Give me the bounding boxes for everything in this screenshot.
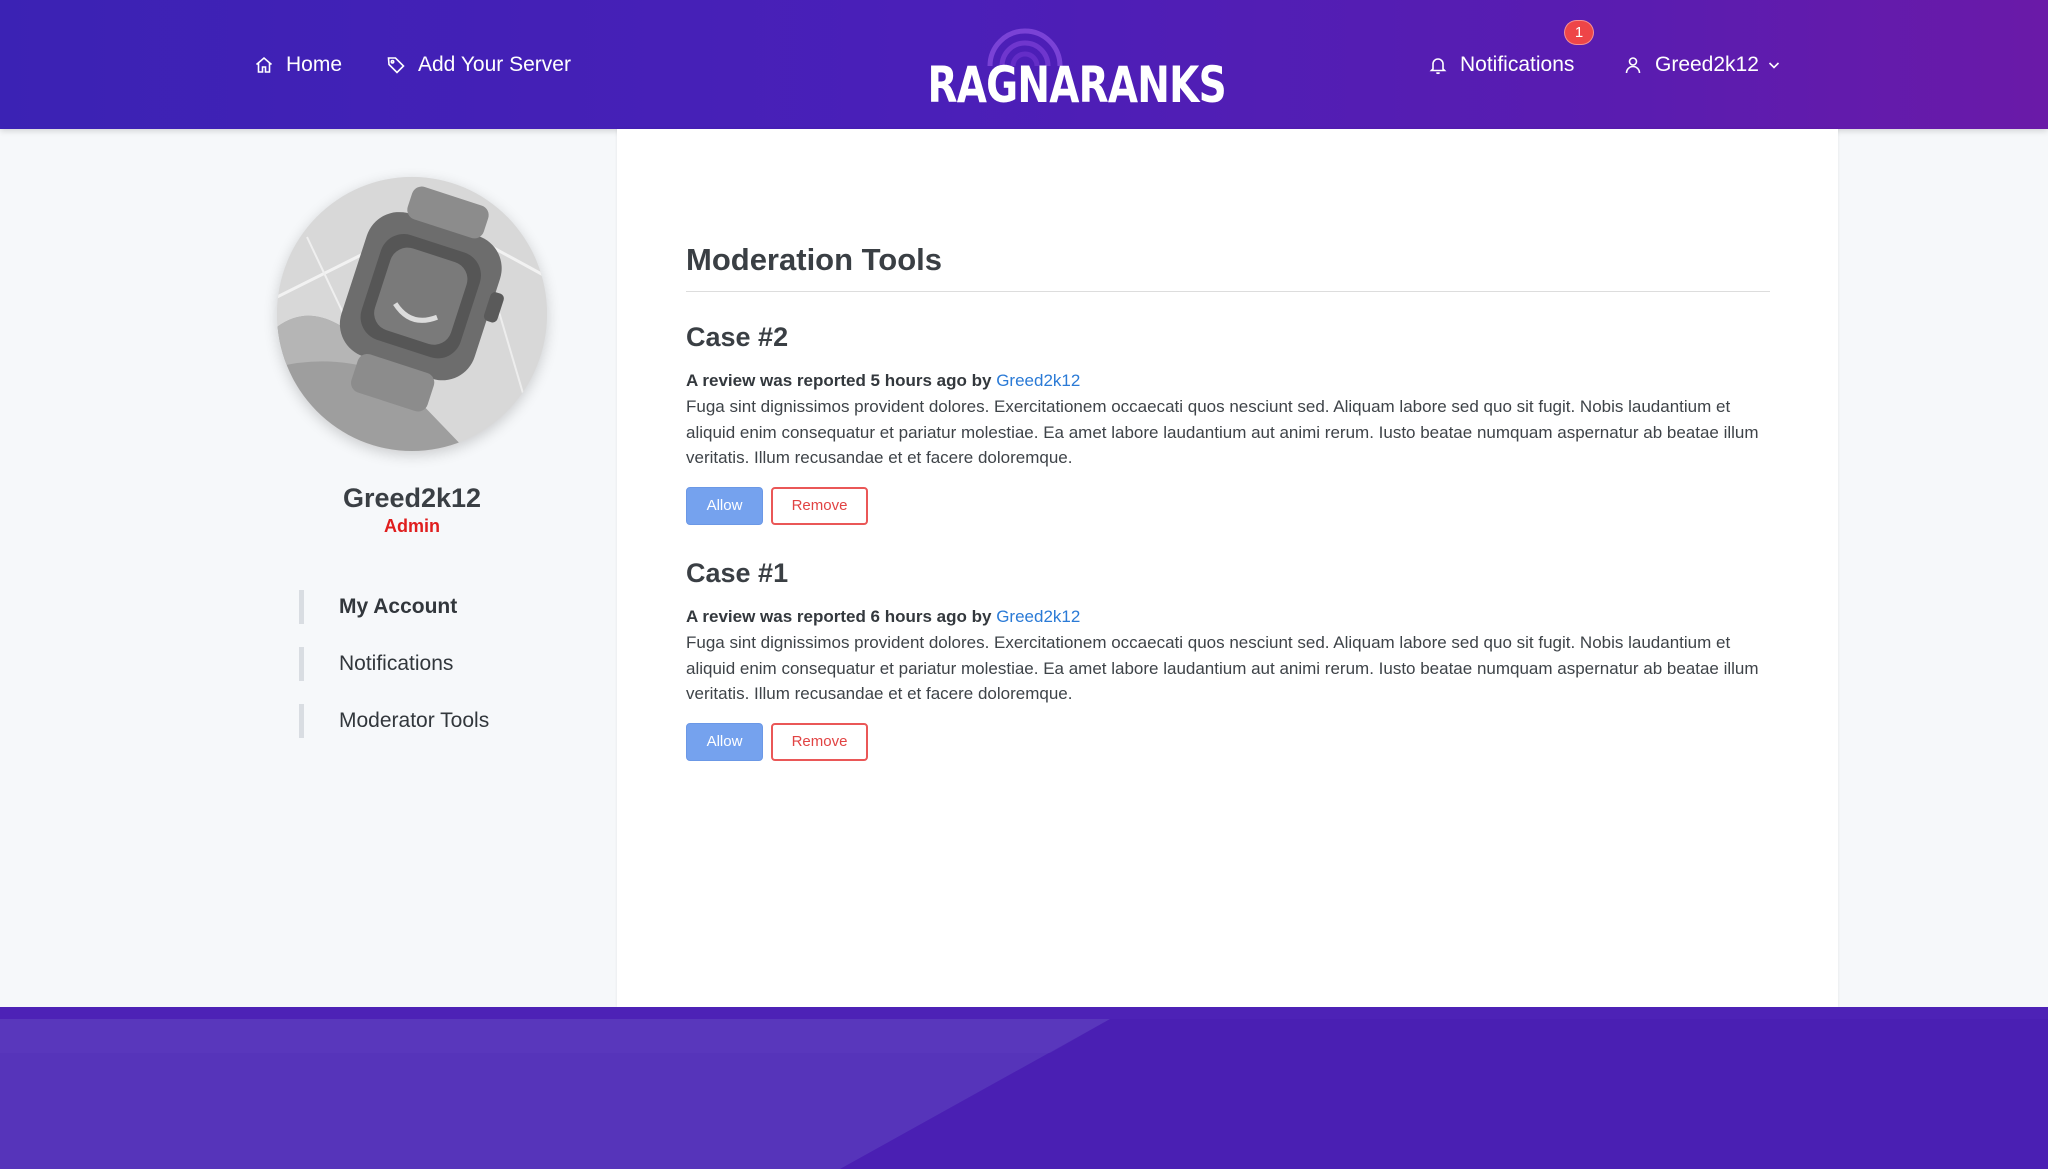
page-title: Moderation Tools bbox=[686, 242, 943, 277]
case-report-text: A review was reported 5 hours ago by bbox=[686, 371, 992, 390]
bell-icon bbox=[1429, 58, 1447, 75]
case-report-info: A review was reported 6 hours ago by Gre… bbox=[686, 605, 1770, 629]
case-title: Case #1 bbox=[686, 558, 789, 588]
user-menu-label: Greed2k12 bbox=[1655, 53, 1759, 76]
remove-button[interactable]: Remove bbox=[771, 486, 868, 525]
sidebar-item-notifications[interactable]: Notifications bbox=[299, 647, 559, 681]
sidebar-item-my-account[interactable]: My Account bbox=[299, 590, 559, 624]
nav-add-server-label: Add Your Server bbox=[418, 53, 571, 76]
nav-home-label: Home bbox=[286, 53, 343, 76]
avatar bbox=[277, 177, 547, 451]
nav-add-server-link[interactable]: Add Your Server bbox=[386, 48, 571, 82]
home-icon bbox=[255, 56, 273, 73]
account-sidebar-menu: My Account Notifications Moderator Tools bbox=[299, 590, 559, 761]
case-report-text: A review was reported 6 hours ago by bbox=[686, 607, 992, 626]
nav-notifications-link[interactable]: Notifications bbox=[1428, 48, 1574, 82]
tag-icon bbox=[387, 57, 405, 74]
user-icon bbox=[1625, 57, 1641, 74]
case-review-text: Fuga sint dignissimos provident dolores.… bbox=[686, 397, 1759, 467]
case-reporter-link[interactable]: Greed2k12 bbox=[996, 607, 1080, 626]
user-menu-dropdown[interactable]: Greed2k12 bbox=[1623, 48, 1793, 82]
top-navbar: Home Add Your Server RAGNARANKS Notifica… bbox=[0, 0, 2048, 129]
case-actions: Allow Remove bbox=[686, 486, 1770, 525]
case-report-info: A review was reported 5 hours ago by Gre… bbox=[686, 369, 1770, 393]
profile-name: Greed2k12 bbox=[342, 483, 482, 513]
case-title: Case #2 bbox=[686, 322, 789, 352]
site-logo[interactable]: RAGNARANKS bbox=[900, 16, 1227, 116]
logo-text: RAGNARANKS bbox=[927, 56, 1227, 114]
allow-button[interactable]: Allow bbox=[686, 486, 763, 525]
nav-notifications-label: Notifications bbox=[1460, 53, 1575, 76]
case-actions: Allow Remove bbox=[686, 722, 1770, 761]
footer-decoration bbox=[0, 1019, 1110, 1169]
title-divider bbox=[686, 291, 1770, 292]
footer-top-band bbox=[0, 1007, 2048, 1019]
moderation-case: Case #1 A review was reported 6 hours ag… bbox=[686, 553, 1770, 761]
notification-count-badge: 1 bbox=[1564, 20, 1594, 45]
sidebar-item-moderator-tools[interactable]: Moderator Tools bbox=[299, 704, 559, 738]
case-reporter-link[interactable]: Greed2k12 bbox=[996, 371, 1080, 390]
chevron-down-icon bbox=[1768, 62, 1779, 69]
moderation-case: Case #2 A review was reported 5 hours ag… bbox=[686, 317, 1770, 525]
profile-role-badge: Admin bbox=[384, 516, 440, 536]
remove-button[interactable]: Remove bbox=[771, 722, 868, 761]
allow-button[interactable]: Allow bbox=[686, 722, 763, 761]
page-footer bbox=[0, 1007, 2048, 1169]
nav-home-link[interactable]: Home bbox=[254, 48, 342, 82]
case-review-text: Fuga sint dignissimos provident dolores.… bbox=[686, 633, 1759, 703]
